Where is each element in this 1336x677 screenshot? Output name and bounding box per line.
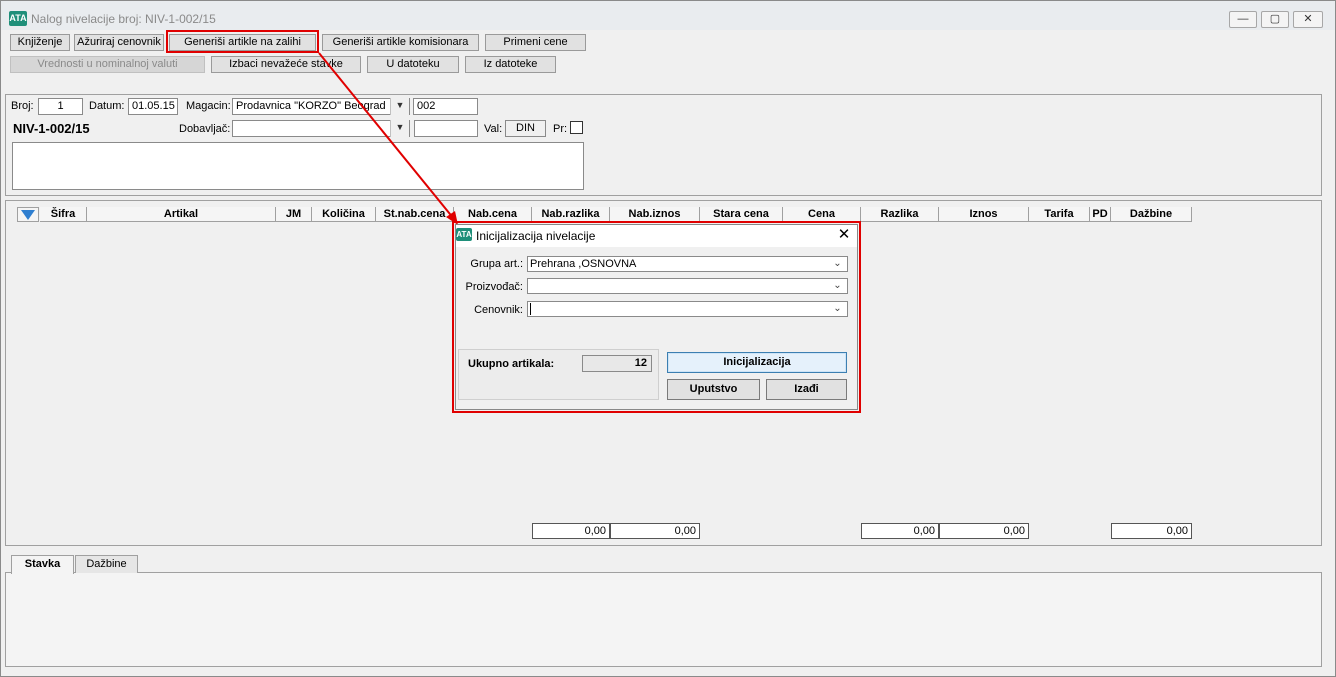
highlight-box-dialog [452, 221, 861, 413]
